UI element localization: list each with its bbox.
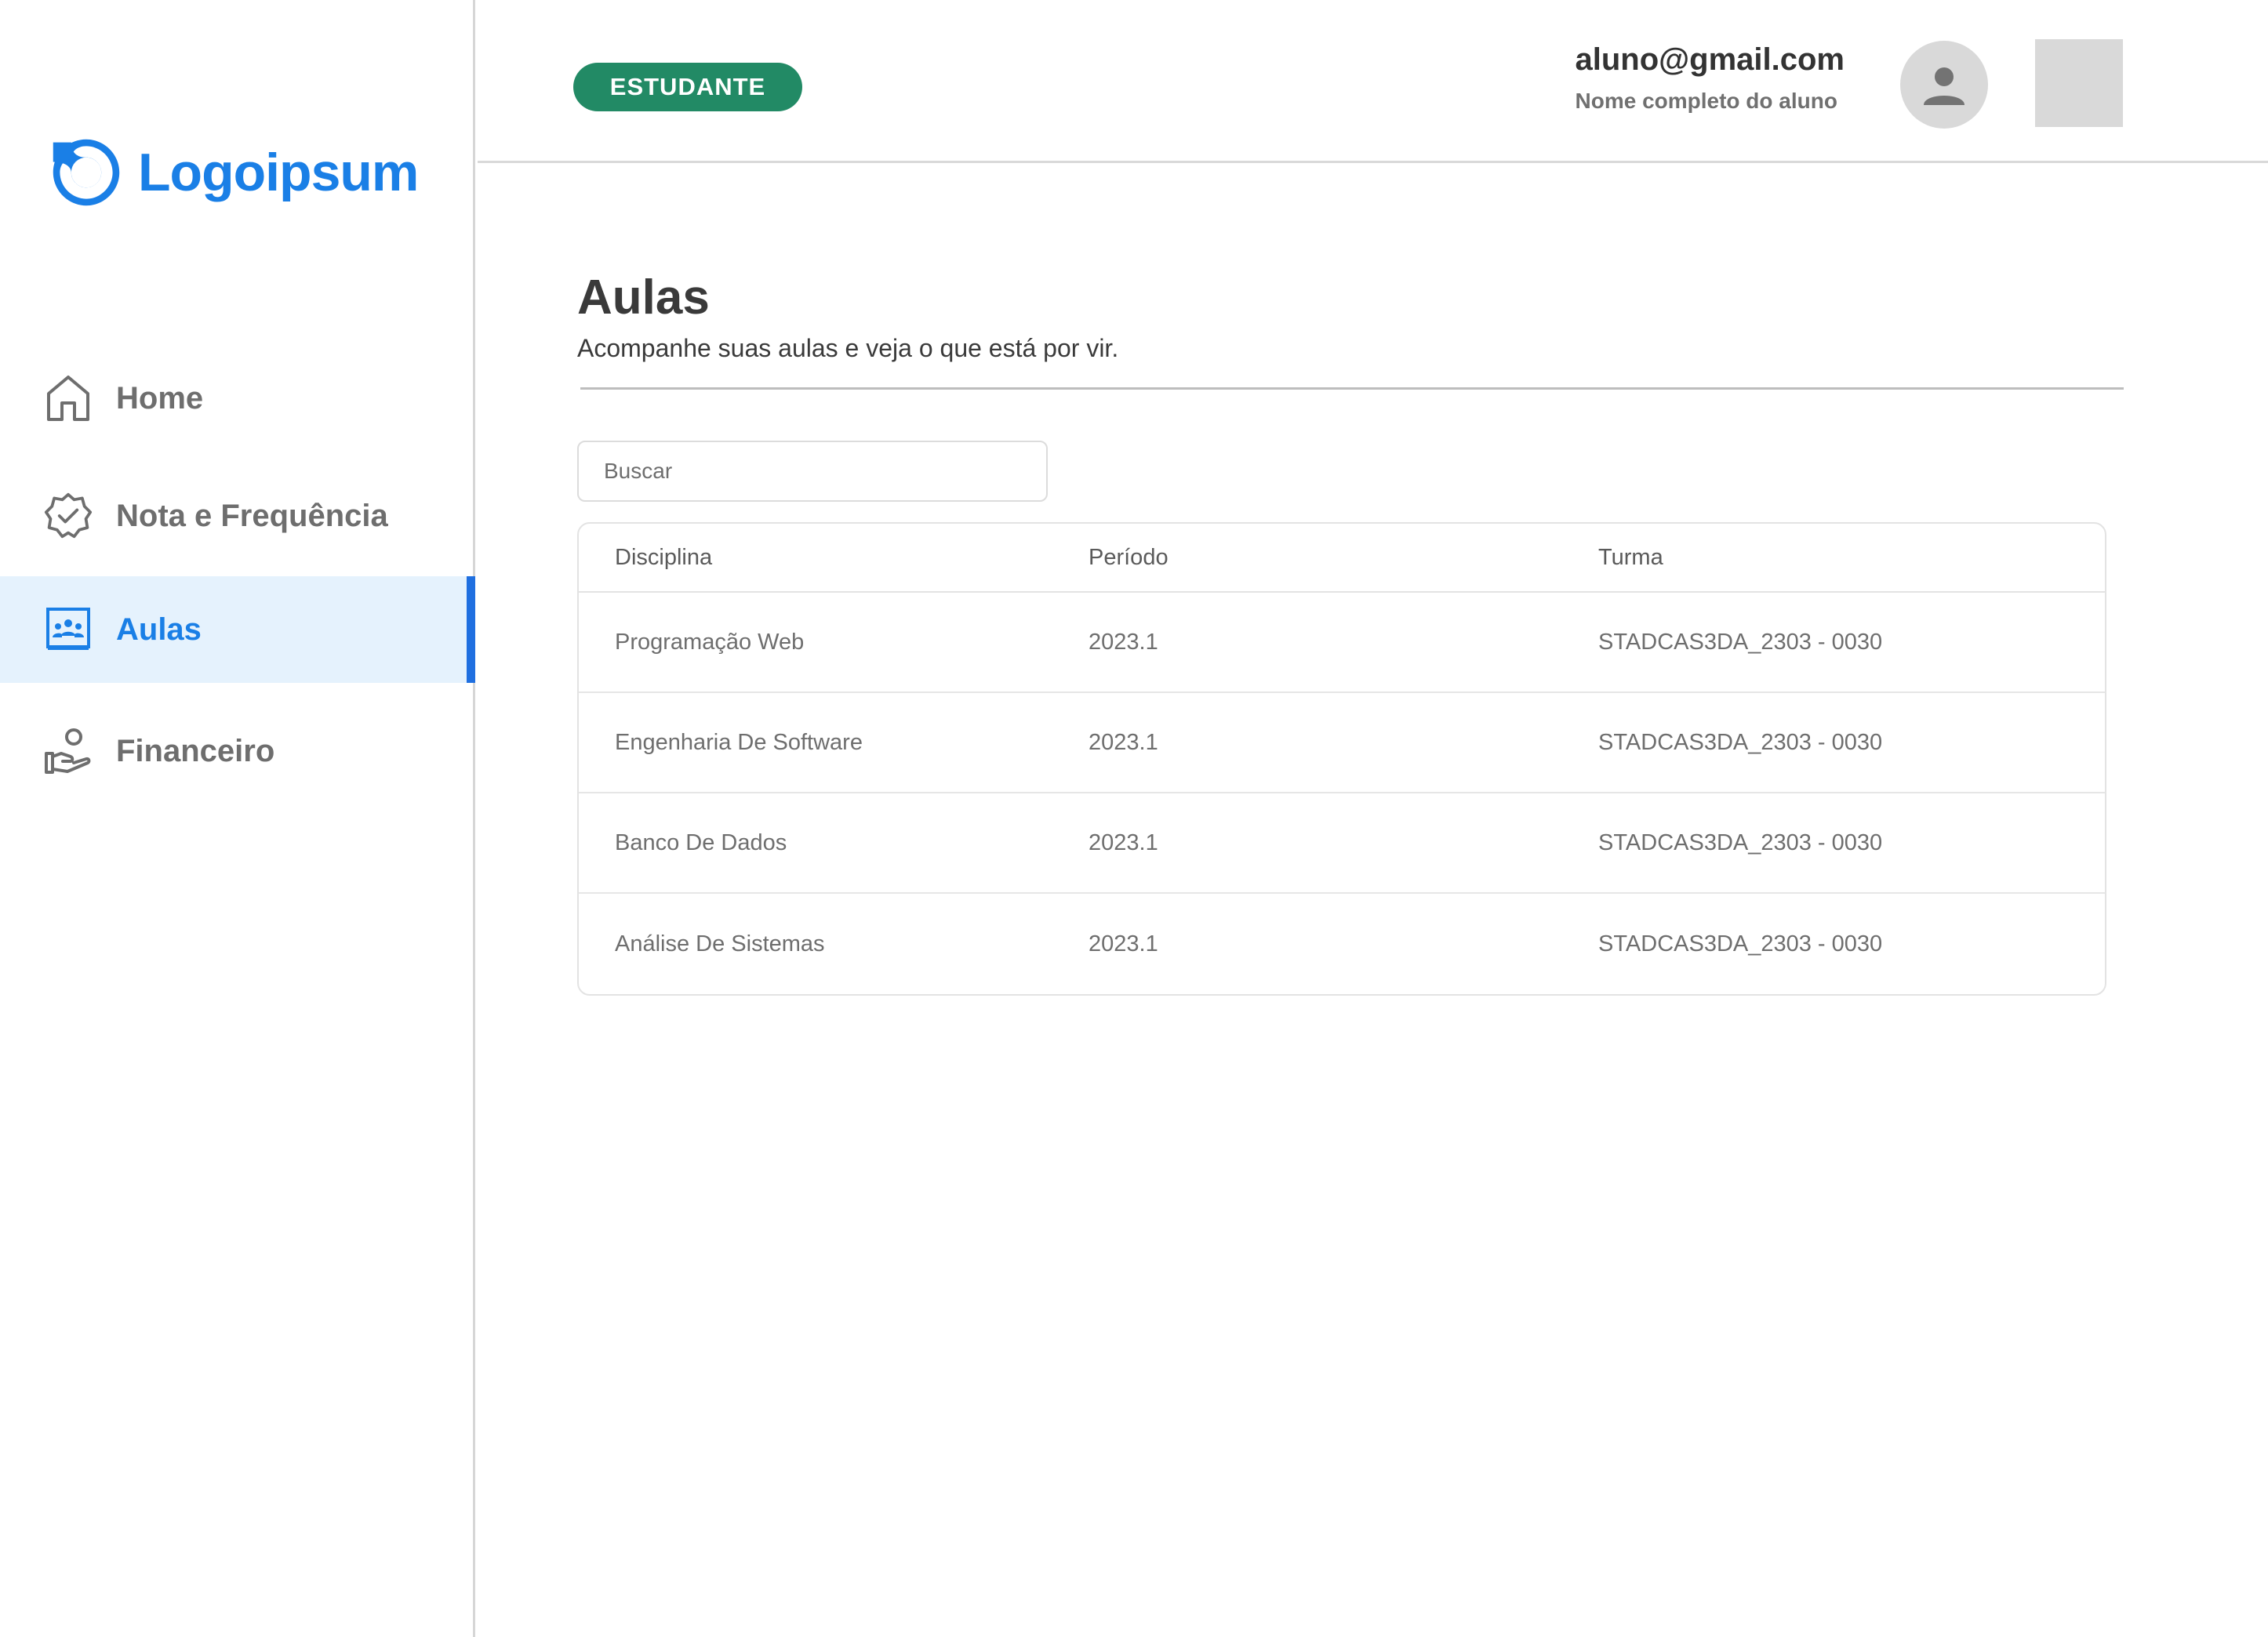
sidebar-item-nota-frequencia[interactable]: Nota e Frequência [0, 463, 475, 569]
page-subtitle: Acompanhe suas aulas e veja o que está p… [577, 334, 1119, 362]
sidebar-item-aulas[interactable]: Aulas [0, 576, 475, 683]
cell-periodo: 2023.1 [1089, 829, 1158, 855]
cell-turma: STADCAS3DA_2303 - 0030 [1598, 629, 1883, 655]
sidebar-item-financeiro[interactable]: Financeiro [0, 698, 475, 804]
user-name: Nome completo do aluno [1575, 89, 1837, 113]
table-row[interactable]: Análise De Sistemas 2023.1 STADCAS3DA_23… [579, 894, 2105, 994]
top-header: ESTUDANTE aluno@gmail.com Nome completo … [478, 0, 2268, 163]
column-header-disciplina[interactable]: Disciplina [579, 545, 1089, 571]
cell-disciplina: Engenharia De Software [615, 729, 863, 755]
hand-payment-icon [44, 727, 93, 775]
cell-disciplina: Programação Web [615, 629, 805, 655]
cell-periodo: 2023.1 [1089, 931, 1158, 956]
search-input[interactable] [577, 441, 1048, 502]
cell-periodo: 2023.1 [1089, 629, 1158, 655]
logo-text: Logoipsum [138, 143, 419, 202]
verified-badge-icon [44, 492, 93, 540]
cell-turma: STADCAS3DA_2303 - 0030 [1598, 829, 1883, 855]
user-icon [1924, 67, 1965, 105]
cell-disciplina: Análise De Sistemas [615, 931, 825, 956]
sidebar-item-label: Financeiro [116, 733, 275, 768]
sidebar-item-home[interactable]: Home [0, 345, 475, 452]
sidebar-item-label: Aulas [116, 612, 202, 647]
sidebar: Logoipsum Home Nota e Frequência Aulas F… [0, 0, 475, 1637]
table-row[interactable]: Banco De Dados 2023.1 STADCAS3DA_2303 - … [579, 793, 2105, 894]
table-row[interactable]: Programação Web 2023.1 STADCAS3DA_2303 -… [579, 593, 2105, 693]
sidebar-item-label: Nota e Frequência [116, 498, 388, 533]
cell-disciplina: Banco De Dados [615, 829, 787, 855]
classroom-icon [44, 605, 93, 654]
page-title: Aulas [577, 270, 710, 325]
role-badge: ESTUDANTE [573, 63, 802, 111]
table-header-row: Disciplina Período Turma [579, 524, 2105, 593]
user-info: aluno@gmail.com Nome completo do aluno [1576, 42, 1845, 114]
user-email: aluno@gmail.com [1575, 42, 1845, 77]
logo[interactable]: Logoipsum [49, 135, 419, 210]
logo-mark-icon [53, 139, 120, 206]
avatar[interactable] [1900, 41, 1988, 129]
cell-periodo: 2023.1 [1089, 729, 1158, 755]
column-header-periodo[interactable]: Período [1089, 545, 1598, 571]
divider [580, 387, 2124, 390]
classes-table: Disciplina Período Turma Programação Web… [577, 522, 2106, 996]
column-header-turma[interactable]: Turma [1598, 545, 2105, 571]
header-placeholder-box [2035, 39, 2123, 127]
cell-turma: STADCAS3DA_2303 - 0030 [1598, 931, 1883, 956]
cell-turma: STADCAS3DA_2303 - 0030 [1598, 729, 1883, 755]
table-row[interactable]: Engenharia De Software 2023.1 STADCAS3DA… [579, 693, 2105, 793]
sidebar-item-label: Home [116, 380, 204, 416]
home-icon [44, 374, 93, 423]
